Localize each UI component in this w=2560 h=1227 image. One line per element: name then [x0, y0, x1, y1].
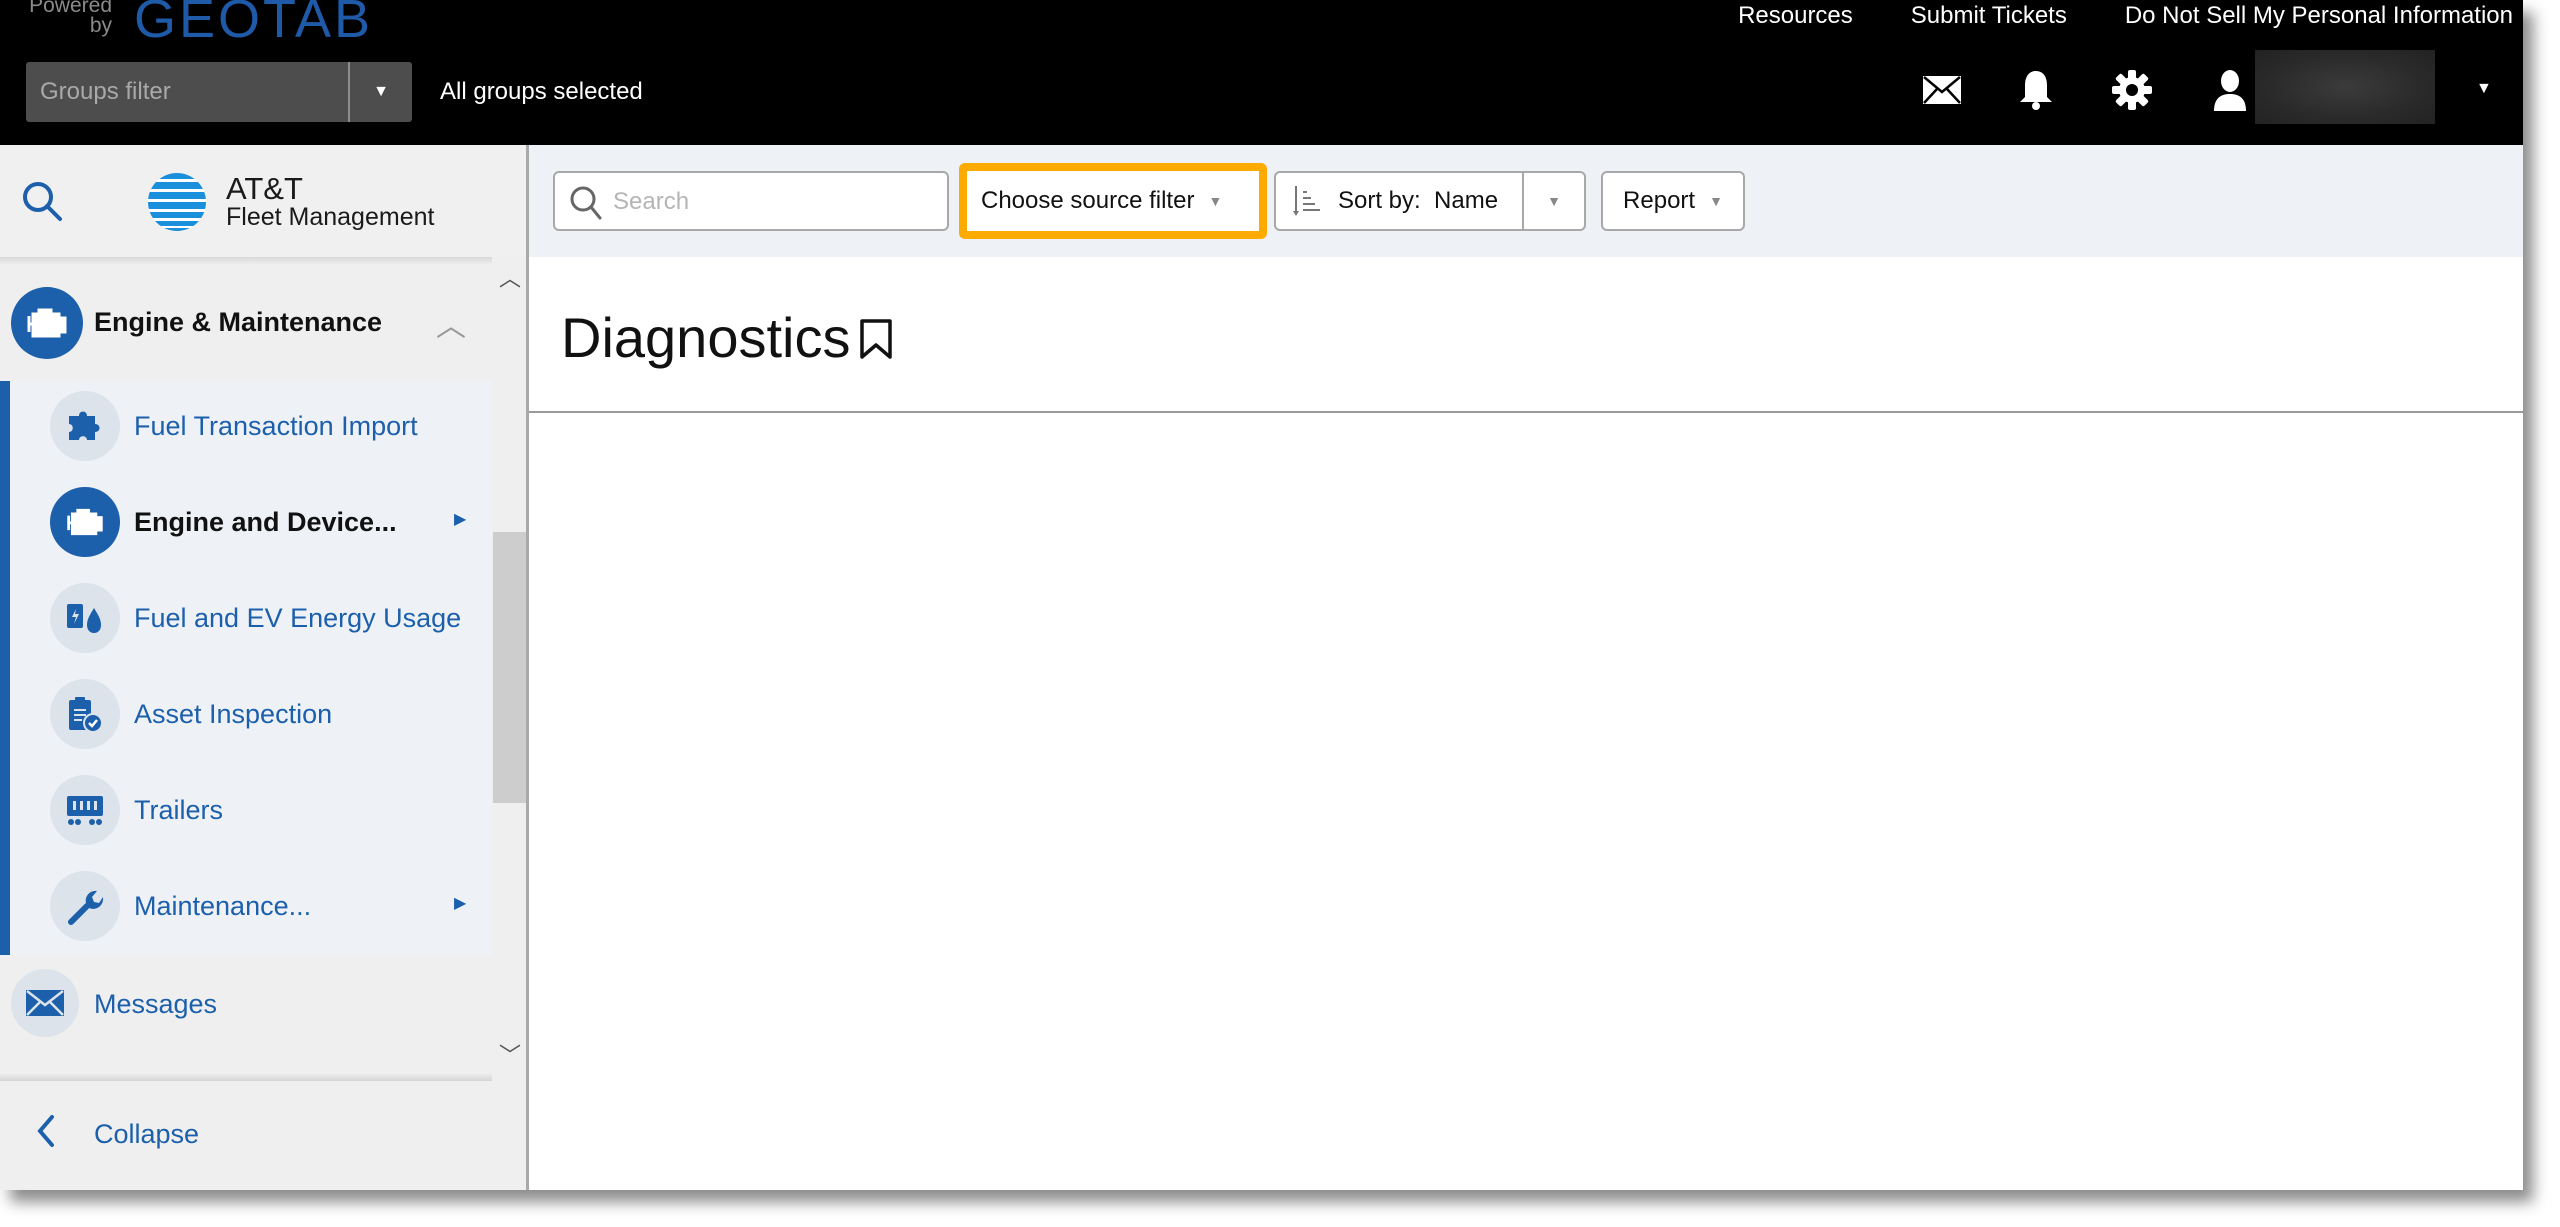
engine-icon [11, 287, 83, 359]
sidebar-header: AT&T Fleet Management [0, 145, 526, 257]
submenu-list: Fuel Transaction Import Engine and Devic… [0, 381, 492, 955]
caret-right-icon: ▶ [454, 511, 467, 528]
category-label: Engine & Maintenance [94, 307, 383, 337]
scroll-up-icon[interactable]: ︿ [499, 261, 521, 293]
caret-right-icon: ▶ [454, 895, 467, 912]
sidebar-category-engine-maintenance[interactable]: Engine & Maintenance ︿ [0, 275, 492, 371]
resources-link[interactable]: Resources [1738, 2, 1853, 30]
report-label: Report [1623, 187, 1696, 214]
puzzle-icon [50, 391, 120, 461]
top-header: Powered by GEOTAB Resources Submit Ticket… [0, 0, 2523, 145]
gear-icon [2112, 70, 2152, 110]
groups-filter-dropdown-button[interactable]: ▼ [348, 62, 412, 122]
sidebar-bottom-divider [0, 1073, 492, 1081]
submit-tickets-link[interactable]: Submit Tickets [1911, 2, 2067, 30]
sidebar-item-label: Messages [94, 989, 218, 1019]
top-links: Resources Submit Tickets Do Not Sell My … [1738, 2, 2513, 30]
sidebar-scrollbar-thumb[interactable] [493, 532, 526, 803]
user-icon [2214, 70, 2246, 111]
sidebar-search-button[interactable] [20, 179, 64, 228]
sidebar-item-label: Maintenance... [134, 891, 312, 921]
do-not-sell-link[interactable]: Do Not Sell My Personal Information [2125, 2, 2513, 30]
toolbar: Choose source filter ▼ Sort by: Name ▼ [529, 145, 2523, 257]
sort-ascending-icon [1293, 186, 1320, 216]
brand-subtitle: Fleet Management [226, 203, 435, 231]
sidebar-item-maintenance[interactable]: Maintenance... ▶ [10, 857, 492, 953]
brand-title: AT&T [226, 171, 303, 206]
app-window: Powered by GEOTAB Resources Submit Ticket… [0, 0, 2523, 1190]
sidebar-item-asset-inspection[interactable]: Asset Inspection [10, 665, 492, 761]
settings-button[interactable] [2110, 68, 2154, 112]
bell-icon [2020, 71, 2052, 110]
caret-down-icon: ▼ [1208, 193, 1223, 209]
search-icon [569, 185, 603, 226]
sidebar-item-fuel-ev-energy-usage[interactable]: Fuel and EV Energy Usage [10, 569, 492, 665]
user-menu-button[interactable] [2208, 68, 2252, 112]
mail-button[interactable] [1920, 68, 1964, 112]
search-icon [23, 182, 62, 221]
sidebar-item-label: Engine and Device... [134, 507, 397, 537]
att-globe-logo [146, 171, 208, 238]
mail-icon [1923, 76, 1961, 104]
sort-value: Name [1434, 187, 1499, 214]
bookmark-button[interactable] [857, 317, 895, 366]
engine-icon [50, 487, 120, 557]
source-filter-label: Choose source filter [981, 187, 1195, 214]
groups-filter[interactable]: Groups filter ▼ [26, 62, 412, 122]
sidebar-item-label: Fuel and EV Energy Usage [134, 603, 462, 633]
caret-down-icon: ▼ [1547, 193, 1561, 209]
search-box[interactable] [553, 171, 949, 231]
source-filter-dropdown[interactable]: Choose source filter ▼ [967, 171, 1259, 231]
page-title: Diagnostics [561, 306, 851, 369]
sidebar-item-fuel-transaction-import[interactable]: Fuel Transaction Import [10, 377, 492, 473]
sidebar-item-messages[interactable]: Messages [0, 955, 492, 1051]
sidebar: AT&T Fleet Management ︿ ﹀ Engine & Maint… [0, 145, 529, 1190]
sort-dropdown-button[interactable]: ▼ [1522, 173, 1584, 229]
sidebar-item-label: Fuel Transaction Import [134, 411, 418, 441]
sidebar-divider [0, 257, 492, 265]
collapse-sidebar-button[interactable]: Collapse [0, 1081, 526, 1190]
sidebar-item-label: Asset Inspection [134, 699, 333, 729]
search-input[interactable] [611, 183, 935, 221]
sort-label: Sort by: [1338, 187, 1421, 214]
mail-icon [11, 969, 79, 1037]
chevron-left-icon [34, 1113, 58, 1154]
geotab-logo[interactable]: GEOTAB [134, 0, 373, 50]
scroll-down-icon[interactable]: ﹀ [499, 1038, 521, 1070]
groups-status: All groups selected [440, 78, 643, 105]
collapse-label: Collapse [94, 1119, 200, 1149]
source-filter-highlight: Choose source filter ▼ [959, 163, 1267, 239]
sort-control: Sort by: Name ▼ [1274, 171, 1586, 231]
sidebar-item-engine-and-device[interactable]: Engine and Device... ▶ [10, 473, 492, 569]
caret-down-icon: ▼ [373, 83, 389, 100]
powered-by-label: Powered by [29, 0, 112, 37]
notifications-button[interactable] [2014, 68, 2058, 112]
groups-filter-input[interactable]: Groups filter [26, 62, 348, 122]
user-name-redacted[interactable] [2255, 50, 2435, 124]
clipboard-check-icon [50, 679, 120, 749]
sort-button[interactable]: Sort by: Name [1276, 173, 1522, 229]
sidebar-item-label: Trailers [134, 795, 224, 825]
sidebar-item-trailers[interactable]: Trailers [10, 761, 492, 857]
user-menu-caret-icon[interactable]: ▼ [2476, 80, 2492, 98]
fuel-ev-icon [50, 583, 120, 653]
page-header: Diagnostics [529, 257, 2523, 413]
report-dropdown[interactable]: Report ▼ [1601, 171, 1745, 231]
content-area [529, 413, 2523, 1190]
wrench-icon [50, 871, 120, 941]
bookmark-icon [860, 319, 892, 359]
chevron-up-icon[interactable]: ︿ [436, 301, 466, 345]
caret-down-icon: ▼ [1709, 193, 1723, 209]
trailer-icon [50, 775, 120, 845]
